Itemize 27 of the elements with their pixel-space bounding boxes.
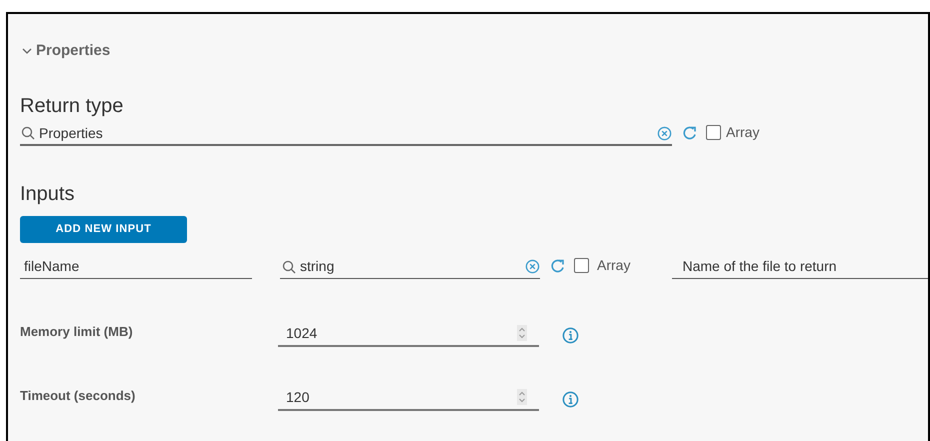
description-field[interactable]: Name of the file to return: [672, 255, 928, 279]
clear-icon[interactable]: [525, 259, 540, 274]
type-search-field[interactable]: string: [280, 255, 540, 279]
spinner-icon[interactable]: [517, 389, 527, 405]
array-checkbox[interactable]: [706, 125, 721, 140]
chevron-icon[interactable]: [22, 46, 32, 56]
field-label: Memory limit (MB): [20, 322, 134, 341]
info-icon[interactable]: [562, 327, 579, 344]
info-icon[interactable]: [562, 391, 579, 408]
section-heading: Return type: [20, 94, 124, 118]
array-checkbox[interactable]: [574, 258, 589, 273]
search-field[interactable]: Properties: [20, 122, 672, 146]
section-title[interactable]: Properties: [36, 40, 110, 62]
checkbox-label: Array: [726, 123, 760, 142]
search-icon: [21, 126, 35, 140]
refresh-icon[interactable]: [682, 124, 698, 140]
spinner-icon[interactable]: [517, 325, 527, 341]
input-name-field[interactable]: fileName: [20, 255, 252, 279]
clear-icon[interactable]: [657, 126, 672, 140]
add-input-button[interactable]: ADD NEW INPUT: [20, 216, 187, 243]
section-heading: Inputs: [20, 182, 76, 206]
number-field[interactable]: 1024: [278, 321, 539, 347]
field-label: Timeout (seconds): [20, 386, 136, 405]
checkbox-label: Array: [597, 256, 630, 275]
search-icon: [282, 260, 296, 274]
number-field[interactable]: 120: [278, 385, 539, 411]
refresh-icon[interactable]: [550, 258, 566, 274]
